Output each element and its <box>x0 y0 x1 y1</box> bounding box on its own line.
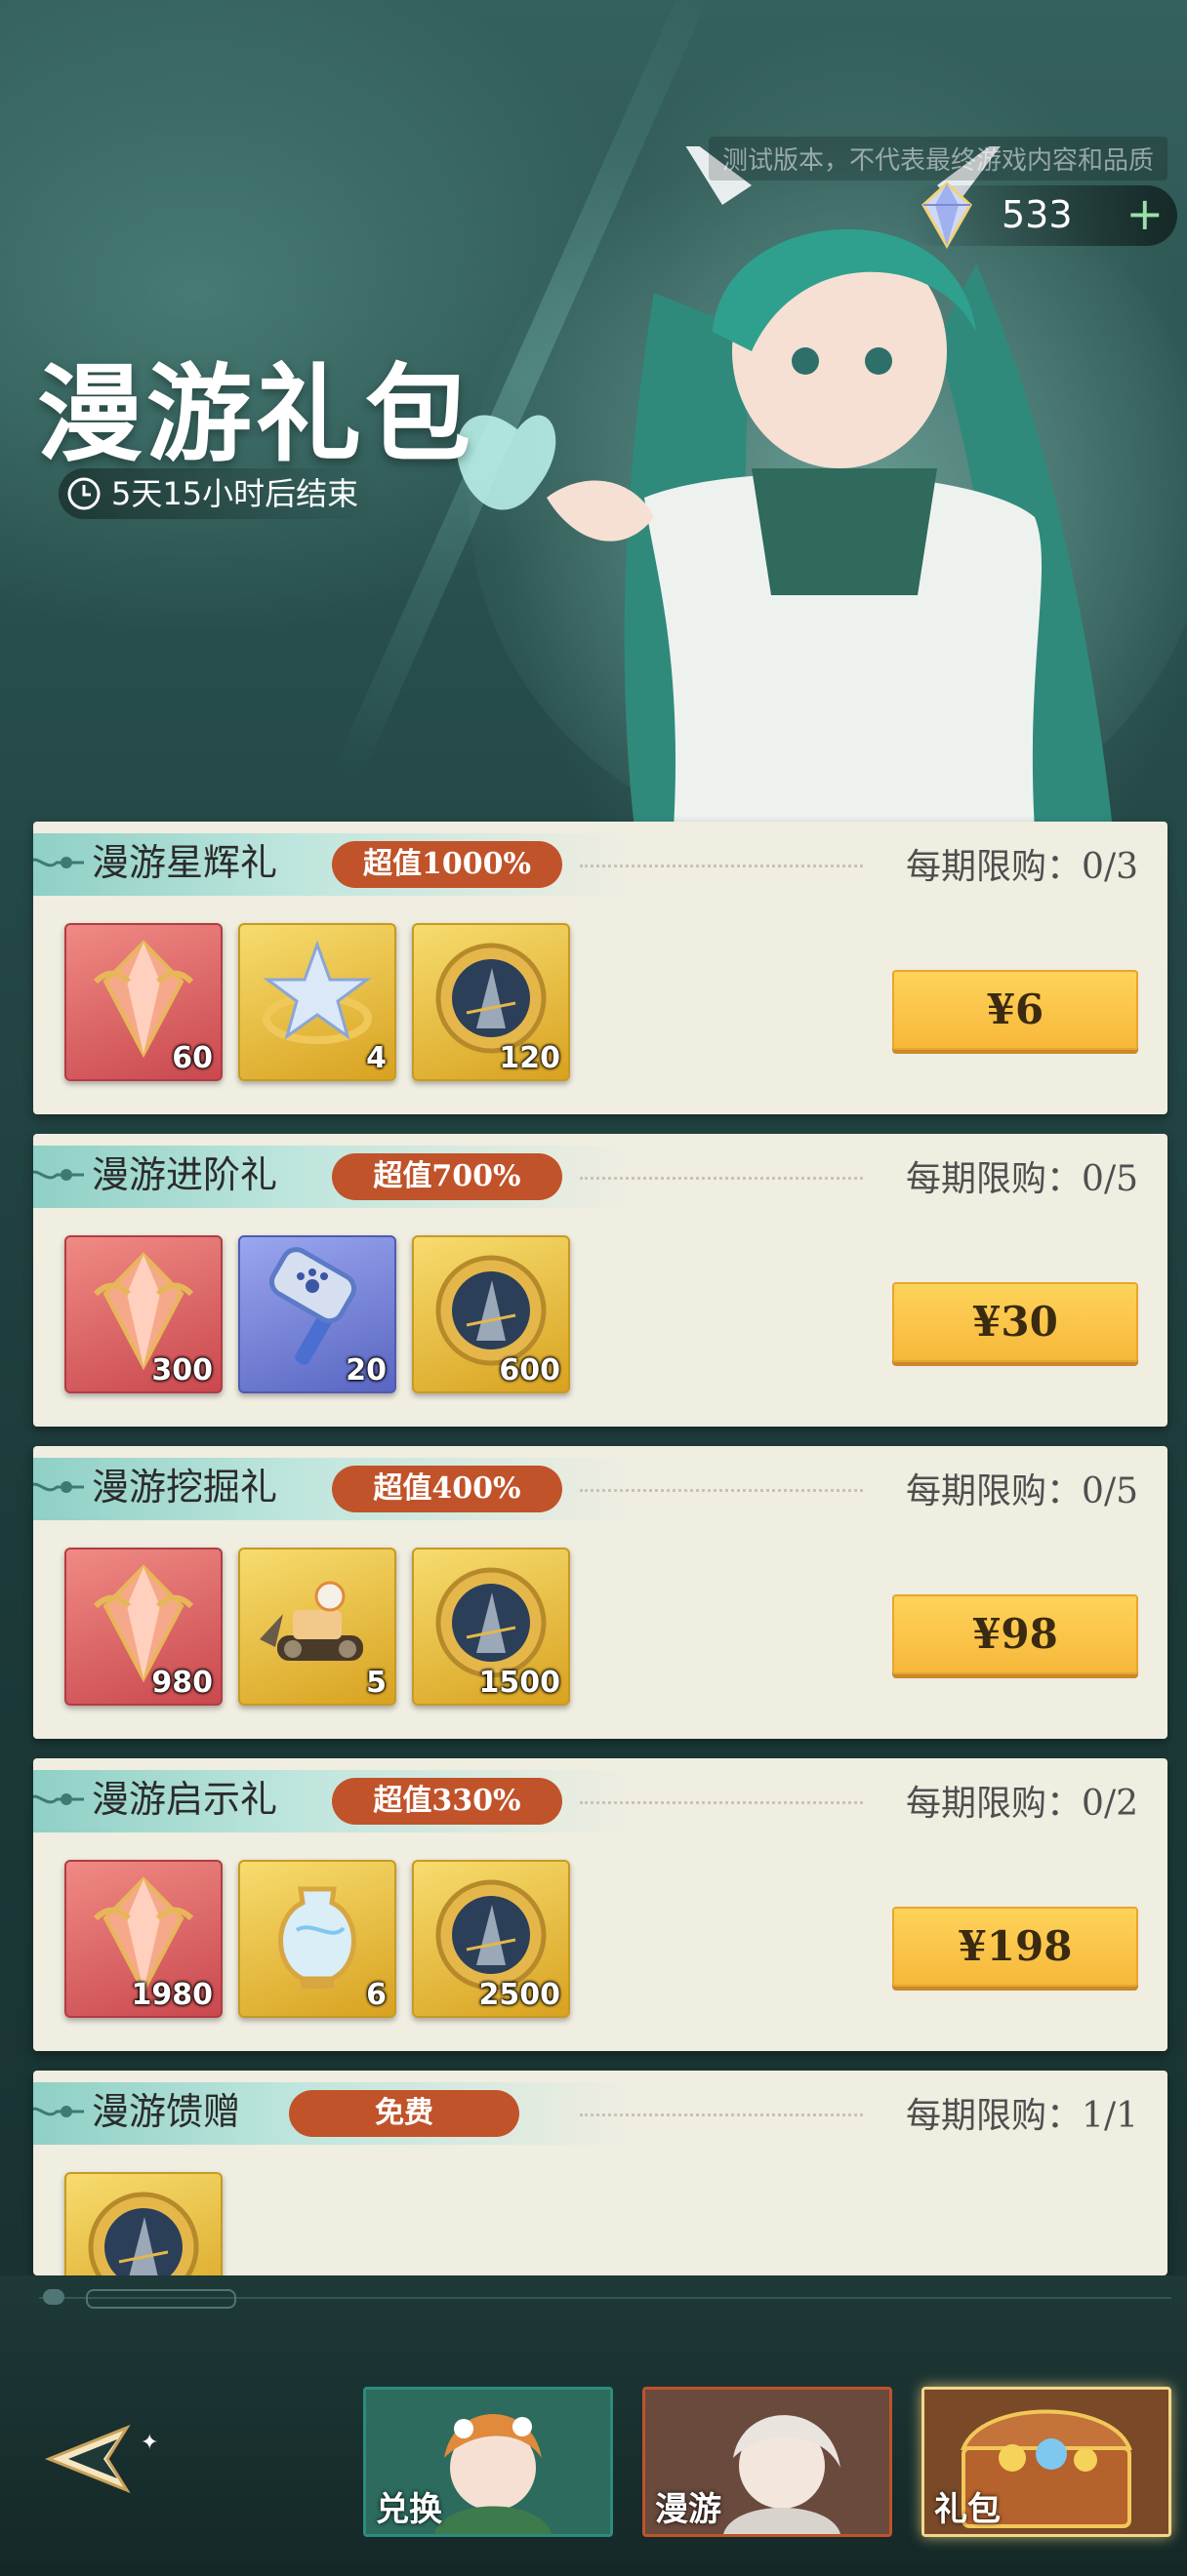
item-quantity: 6 <box>366 1978 387 2012</box>
tab-exchange[interactable]: 兑换 <box>363 2387 613 2537</box>
pack-name: 漫游进阶礼 <box>92 1153 278 1196</box>
disclaimer-text: 测试版本，不代表最终游戏内容和品质 <box>708 137 1167 181</box>
buy-button[interactable]: ¥6 <box>892 970 1138 1050</box>
item-quantity: 5 <box>366 1666 387 1700</box>
item-quantity: 120 <box>499 1041 560 1075</box>
ribbon-hook-icon <box>33 1481 84 1493</box>
reward-item[interactable] <box>64 2172 223 2275</box>
gold-coin-icon <box>88 2192 199 2275</box>
reward-item[interactable]: 2500 <box>412 1860 570 2018</box>
divider-dots <box>580 865 863 867</box>
item-quantity: 600 <box>499 1353 560 1388</box>
ribbon-hook-icon <box>33 1793 84 1805</box>
value-badge: 超值1000% <box>332 841 562 888</box>
scroll-indicator-dot <box>43 2289 64 2305</box>
excavator-icon <box>260 1581 363 1661</box>
reward-item[interactable]: 6 <box>238 1860 396 2018</box>
reward-item[interactable]: 20 <box>238 1235 396 1393</box>
back-arrow-icon[interactable]: ✦ <box>39 2420 166 2498</box>
star-ring-icon <box>263 940 372 1044</box>
reward-item[interactable]: 980 <box>64 1548 223 1706</box>
pack-name: 漫游启示礼 <box>92 1778 278 1821</box>
divider-dots <box>580 1177 863 1180</box>
gift-pack-card: 漫游进阶礼 超值700% 每期限购：0/5 300 20 600 ¥30 <box>33 1134 1167 1427</box>
currency-display: 533 + <box>904 181 1177 250</box>
tab-roaming[interactable]: 漫游 <box>642 2387 892 2537</box>
purchase-limit: 每期限购：1/1 <box>906 2096 1138 2136</box>
value-badge: 超值330% <box>332 1778 562 1825</box>
add-currency-button[interactable]: + <box>1126 191 1164 236</box>
clock-icon <box>67 477 101 510</box>
svg-text:✦: ✦ <box>141 2431 158 2455</box>
divider-dots <box>580 1801 863 1804</box>
countdown-timer: 5天15小时后结束 <box>59 468 381 519</box>
item-quantity: 60 <box>172 1041 213 1075</box>
value-badge: 超值400% <box>332 1466 562 1512</box>
item-quantity: 300 <box>151 1353 213 1388</box>
countdown-text: 5天15小时后结束 <box>111 475 359 512</box>
purchase-limit: 每期限购：0/5 <box>906 1471 1138 1511</box>
gift-pack-card: 漫游启示礼 超值330% 每期限购：0/2 1980 6 2500 ¥198 <box>33 1758 1167 2051</box>
tab-gift-pack[interactable]: 礼包 <box>921 2387 1171 2537</box>
gift-pack-card: 漫游星辉礼 超值1000% 每期限购：0/3 60 4 120 ¥6 <box>33 822 1167 1114</box>
page-title: 漫游礼包 <box>37 353 475 476</box>
tab-gift-pack-label: 礼包 <box>934 2490 1001 2529</box>
ribbon-hook-icon <box>33 857 84 868</box>
gem-icon <box>921 181 972 250</box>
tab-roaming-label: 漫游 <box>655 2490 721 2529</box>
gift-pack-card: 漫游馈赠免费每期限购：1/1免费 <box>33 2071 1167 2275</box>
item-quantity: 1980 <box>131 1978 214 2012</box>
character-illustration <box>457 146 1187 829</box>
ribbon-hook-icon <box>33 2106 84 2117</box>
crystal-vase-icon <box>278 1886 356 1989</box>
gift-pack-card: 漫游挖掘礼 超值400% 每期限购：0/5 980 5 1500 ¥98 <box>33 1446 1167 1739</box>
divider-dots <box>580 1489 863 1492</box>
reward-item[interactable]: 60 <box>64 923 223 1081</box>
item-quantity: 1500 <box>478 1666 561 1700</box>
reward-item[interactable]: 5 <box>238 1548 396 1706</box>
divider-dots <box>580 2113 863 2116</box>
currency-value: 533 <box>1002 193 1073 236</box>
buy-button[interactable]: ¥30 <box>892 1282 1138 1362</box>
tab-exchange-label: 兑换 <box>376 2490 442 2529</box>
buy-button[interactable]: ¥198 <box>892 1907 1138 1987</box>
scroll-thumb[interactable] <box>86 2289 236 2309</box>
reward-item[interactable]: 600 <box>412 1235 570 1393</box>
value-badge: 免费 <box>289 2090 519 2137</box>
reward-item[interactable]: 1980 <box>64 1860 223 2018</box>
buy-button[interactable]: ¥98 <box>892 1594 1138 1674</box>
reward-item[interactable]: 300 <box>64 1235 223 1393</box>
ribbon-hook-icon <box>33 1169 84 1181</box>
reward-item[interactable]: 1500 <box>412 1548 570 1706</box>
item-quantity: 2500 <box>478 1978 561 2012</box>
purchase-limit: 每期限购：0/2 <box>906 1784 1138 1824</box>
value-badge: 超值700% <box>332 1153 562 1200</box>
pack-name: 漫游星辉礼 <box>92 841 278 884</box>
pack-name: 漫游馈赠 <box>92 2090 241 2133</box>
purchase-limit: 每期限购：0/5 <box>906 1159 1138 1199</box>
pack-name: 漫游挖掘礼 <box>92 1466 278 1509</box>
item-quantity: 980 <box>151 1666 213 1700</box>
item-quantity: 4 <box>366 1041 387 1075</box>
item-quantity: 20 <box>346 1353 387 1388</box>
reward-item[interactable]: 4 <box>238 923 396 1081</box>
purchase-limit: 每期限购：0/3 <box>906 847 1138 887</box>
reward-item[interactable]: 120 <box>412 923 570 1081</box>
